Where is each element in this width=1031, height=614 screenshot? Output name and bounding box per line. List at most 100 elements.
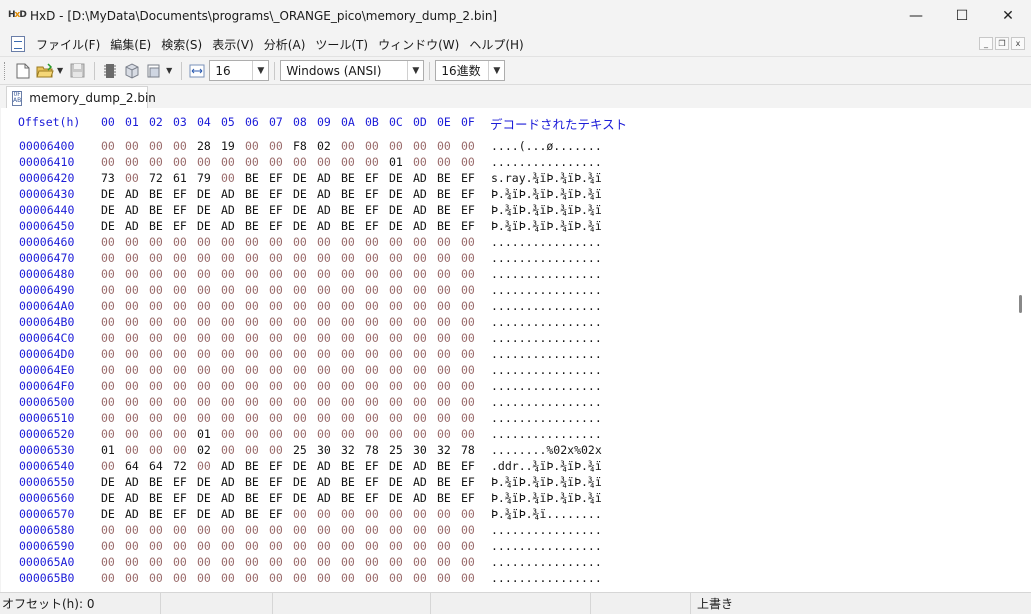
hex-byte-cell[interactable]: AD: [413, 219, 427, 233]
hex-byte-cell[interactable]: 00: [101, 235, 115, 249]
hex-byte-cell[interactable]: DE: [101, 187, 115, 201]
hex-byte-cell[interactable]: BE: [149, 507, 163, 521]
hex-byte-cell[interactable]: EF: [173, 187, 187, 201]
bytes-per-row-select[interactable]: 16 ▼: [209, 60, 270, 81]
hex-byte-cell[interactable]: 00: [125, 379, 139, 393]
hex-byte-cell[interactable]: 00: [293, 299, 307, 313]
hex-byte-cell[interactable]: 00: [221, 443, 235, 457]
offset-base-select[interactable]: 16進数 ▼: [435, 60, 506, 81]
hex-byte-cell[interactable]: 00: [245, 411, 259, 425]
hex-byte-cell[interactable]: 00: [245, 363, 259, 377]
row-offset[interactable]: 00006570: [19, 507, 74, 521]
hex-byte-cell[interactable]: 00: [245, 555, 259, 569]
hex-byte-cell[interactable]: 00: [125, 155, 139, 169]
hex-byte-cell[interactable]: 00: [269, 523, 283, 537]
hex-byte-cell[interactable]: 00: [341, 379, 355, 393]
hex-byte-cell[interactable]: 00: [101, 571, 115, 585]
hex-byte-cell[interactable]: BE: [341, 459, 355, 473]
hex-byte-cell[interactable]: DE: [389, 203, 403, 217]
hex-byte-cell[interactable]: 00: [173, 379, 187, 393]
hex-byte-cell[interactable]: AD: [413, 491, 427, 505]
hex-byte-cell[interactable]: EF: [173, 507, 187, 521]
hex-byte-cell[interactable]: 00: [149, 347, 163, 361]
hex-byte-cell[interactable]: 00: [197, 539, 211, 553]
hex-byte-cell[interactable]: 00: [389, 363, 403, 377]
hex-byte-cell[interactable]: 00: [341, 267, 355, 281]
hex-byte-cell[interactable]: AD: [317, 475, 331, 489]
hex-byte-cell[interactable]: 00: [197, 411, 211, 425]
hex-byte-cell[interactable]: DE: [389, 219, 403, 233]
hex-byte-cell[interactable]: 00: [341, 315, 355, 329]
hex-byte-cell[interactable]: EF: [365, 203, 379, 217]
hex-byte-cell[interactable]: 00: [413, 395, 427, 409]
hex-byte-cell[interactable]: 00: [269, 379, 283, 393]
hex-byte-cell[interactable]: 00: [413, 363, 427, 377]
hex-byte-cell[interactable]: 00: [389, 523, 403, 537]
hex-byte-cell[interactable]: EF: [269, 475, 283, 489]
hex-byte-cell[interactable]: 00: [101, 299, 115, 313]
hex-byte-cell[interactable]: AD: [317, 459, 331, 473]
hex-byte-cell[interactable]: 00: [341, 395, 355, 409]
hex-byte-cell[interactable]: 00: [197, 555, 211, 569]
hex-byte-cell[interactable]: 00: [221, 411, 235, 425]
hex-byte-cell[interactable]: 00: [125, 235, 139, 249]
hex-byte-cell[interactable]: AD: [317, 187, 331, 201]
hex-byte-cell[interactable]: AD: [317, 203, 331, 217]
hex-byte-cell[interactable]: 00: [293, 251, 307, 265]
hex-byte-cell[interactable]: 00: [437, 251, 451, 265]
hex-byte-cell[interactable]: BE: [437, 187, 451, 201]
hex-byte-cell[interactable]: 00: [437, 571, 451, 585]
row-offset[interactable]: 00006580: [19, 523, 74, 537]
hex-byte-cell[interactable]: 78: [461, 443, 475, 457]
hex-byte-cell[interactable]: 00: [221, 571, 235, 585]
hex-byte-cell[interactable]: 00: [293, 379, 307, 393]
hex-byte-cell[interactable]: 00: [461, 507, 475, 521]
hex-byte-cell[interactable]: 00: [245, 283, 259, 297]
hex-byte-cell[interactable]: 00: [173, 267, 187, 281]
hex-byte-cell[interactable]: EF: [269, 203, 283, 217]
hex-byte-cell[interactable]: BE: [245, 187, 259, 201]
menu-edit[interactable]: 編集(E): [105, 36, 156, 53]
save-disk-icon[interactable]: [67, 61, 87, 81]
row-offset[interactable]: 00006400: [19, 139, 74, 153]
hex-byte-cell[interactable]: 00: [317, 539, 331, 553]
hex-byte-cell[interactable]: 00: [293, 395, 307, 409]
hex-byte-cell[interactable]: 64: [149, 459, 163, 473]
decoded-text-cell[interactable]: ................: [491, 395, 602, 409]
hex-byte-cell[interactable]: AD: [125, 475, 139, 489]
maximize-button[interactable]: ☐: [939, 0, 985, 32]
hex-byte-cell[interactable]: 00: [149, 395, 163, 409]
hex-byte-cell[interactable]: DE: [389, 459, 403, 473]
hex-byte-cell[interactable]: 00: [269, 235, 283, 249]
hex-byte-cell[interactable]: 00: [341, 331, 355, 345]
scrollbar-thumb[interactable]: [1019, 295, 1022, 313]
hex-byte-cell[interactable]: 00: [413, 331, 427, 345]
hex-byte-cell[interactable]: DE: [293, 475, 307, 489]
hex-byte-cell[interactable]: 00: [365, 571, 379, 585]
close-button[interactable]: ✕: [985, 0, 1031, 32]
hex-byte-cell[interactable]: BE: [341, 203, 355, 217]
main-memory-icon[interactable]: [144, 61, 164, 81]
hex-byte-cell[interactable]: 00: [365, 395, 379, 409]
hex-byte-cell[interactable]: BE: [437, 219, 451, 233]
hex-byte-cell[interactable]: BE: [437, 475, 451, 489]
hex-byte-cell[interactable]: 00: [245, 299, 259, 313]
row-offset[interactable]: 00006410: [19, 155, 74, 169]
hex-byte-cell[interactable]: 00: [461, 395, 475, 409]
hex-byte-cell[interactable]: 00: [461, 523, 475, 537]
menu-file[interactable]: ファイル(F): [31, 36, 105, 53]
hex-byte-cell[interactable]: 00: [317, 571, 331, 585]
hex-byte-cell[interactable]: 00: [317, 507, 331, 521]
hex-byte-cell[interactable]: 00: [269, 411, 283, 425]
hex-byte-cell[interactable]: EF: [173, 491, 187, 505]
menu-analysis[interactable]: 分析(A): [259, 36, 311, 53]
row-offset[interactable]: 00006510: [19, 411, 74, 425]
chevron-down-icon[interactable]: ▼: [252, 61, 268, 80]
hex-byte-cell[interactable]: 00: [413, 379, 427, 393]
hex-byte-cell[interactable]: 00: [101, 251, 115, 265]
hex-byte-cell[interactable]: 00: [101, 523, 115, 537]
hex-byte-cell[interactable]: 00: [341, 299, 355, 313]
decoded-text-cell[interactable]: ................: [491, 299, 602, 313]
hex-byte-cell[interactable]: 00: [173, 331, 187, 345]
memory-dropdown-arrow-icon[interactable]: ▼: [166, 66, 172, 75]
